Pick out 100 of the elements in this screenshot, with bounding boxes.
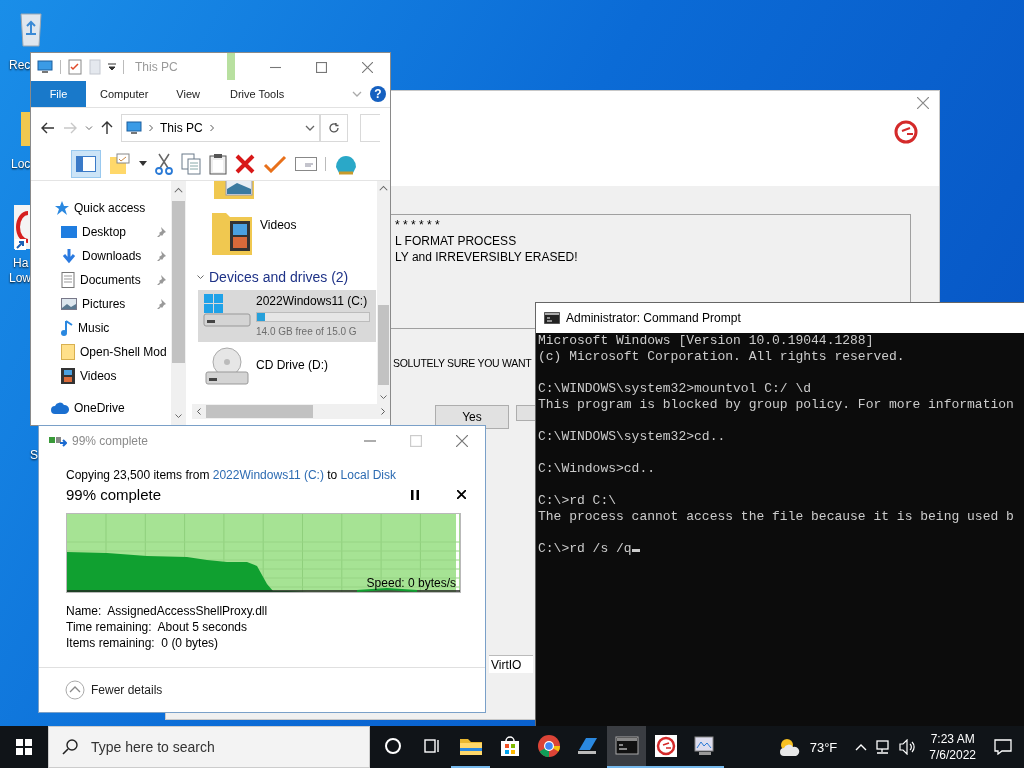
dropdown-icon[interactable] [305, 124, 315, 132]
icon-label[interactable]: Low [9, 271, 31, 286]
pin-icon[interactable] [156, 299, 166, 309]
clock-date[interactable]: 7/6/2022 [929, 747, 976, 763]
up-arrow-icon[interactable] [101, 121, 113, 135]
nav-label[interactable]: Quick access [74, 201, 146, 215]
nav-label[interactable]: Videos [80, 369, 117, 383]
refresh-button[interactable] [320, 114, 348, 142]
computer-icon [37, 59, 53, 75]
icon-label[interactable]: Ha [13, 256, 29, 271]
nav-item[interactable]: OneDrive [31, 396, 171, 420]
pane-icon [76, 156, 96, 172]
nav-item[interactable]: Open-Shell Mod [31, 340, 171, 364]
link[interactable]: Local Disk [340, 468, 396, 482]
dialog-button[interactable] [516, 405, 536, 421]
chevron-up-circle-icon[interactable] [65, 680, 85, 700]
nav-item[interactable]: Music [31, 316, 171, 340]
download-arrow-icon [61, 248, 77, 264]
back-arrow-icon[interactable] [41, 122, 55, 134]
nav-item[interactable]: Videos [31, 364, 171, 388]
nav-item[interactable]: Quick access [31, 196, 171, 220]
nav-item[interactable]: Documents [31, 268, 171, 292]
drive-item[interactable]: CD Drive (D:) [198, 346, 376, 398]
search-field[interactable] [360, 114, 380, 142]
volume-icon[interactable] [899, 739, 918, 755]
picture-icon [61, 297, 77, 311]
search-field[interactable]: Type here to search [48, 726, 370, 768]
music-note-icon [61, 320, 73, 336]
notification-icon[interactable] [994, 739, 1012, 755]
nav-item[interactable]: Pictures [31, 292, 171, 316]
temperature-text[interactable]: 73°F [809, 739, 838, 755]
dropdown-icon[interactable] [139, 161, 147, 167]
log-line: LY and IRREVERSIBLY ERASED! [395, 249, 579, 265]
copy-icon[interactable] [181, 153, 201, 175]
picture-folder-icon [214, 181, 254, 199]
console-line: (c) Microsoft Corporation. All rights reserved. [538, 349, 906, 365]
ribbon-tab[interactable]: View [162, 81, 214, 107]
list-item[interactable]: VirtIO [489, 655, 533, 673]
chevron-down-icon[interactable] [379, 394, 388, 400]
nav-item[interactable]: Downloads [31, 244, 171, 268]
maximize-icon[interactable] [315, 61, 327, 73]
scissors-icon[interactable] [155, 153, 173, 175]
nav-label[interactable]: Music [78, 321, 110, 335]
scrollbar[interactable] [171, 181, 186, 425]
film-icon [61, 368, 75, 384]
ribbon-tab[interactable]: Computer [86, 81, 163, 107]
ribbon-tab[interactable]: Drive Tools [215, 81, 299, 107]
scrollbar[interactable] [377, 181, 390, 404]
weather-icon[interactable] [777, 737, 802, 757]
shortcut-icon[interactable] [14, 205, 30, 251]
chevron-left-icon[interactable] [196, 407, 202, 416]
logo-icon [893, 119, 919, 145]
properties-icon[interactable] [68, 59, 82, 75]
scrollbar[interactable] [192, 404, 390, 419]
pin-icon[interactable] [156, 251, 166, 261]
chevron-down-icon[interactable] [352, 90, 362, 98]
console-line: C:\WINDOWS\system32>mountvol C:/ \d [538, 381, 813, 397]
summary-text: Copying 23,500 items from 2022Windows11 (C:) to Local Disk [66, 468, 397, 482]
pin-icon[interactable] [156, 275, 166, 285]
nav-label[interactable]: Documents [80, 273, 141, 287]
drive-label[interactable]: CD Drive (D:) [256, 358, 328, 372]
pin-icon[interactable] [156, 227, 166, 237]
navigation-pane-button[interactable] [71, 150, 101, 178]
shell-icon[interactable] [334, 153, 358, 175]
nav-label[interactable]: Pictures [82, 297, 126, 311]
clipboard-icon[interactable] [209, 153, 227, 175]
envelope-icon[interactable] [295, 156, 317, 172]
close-icon[interactable] [457, 490, 466, 499]
drive-item[interactable]: 2022Windows11 (C:) 14.0 GB free of 15.0 G [198, 290, 376, 342]
nav-label[interactable]: Desktop [82, 225, 127, 239]
address-bar[interactable]: This PC [121, 114, 320, 142]
nav-label[interactable]: Open-Shell Mod [80, 345, 167, 359]
nav-label[interactable]: OneDrive [74, 401, 125, 415]
cd-drive-icon [202, 346, 252, 386]
checkmark-icon[interactable] [263, 155, 287, 173]
nav-label[interactable]: Downloads [82, 249, 142, 263]
nav-item[interactable]: Desktop [31, 220, 171, 244]
icon-label[interactable]: S [30, 448, 38, 463]
details-toggle[interactable]: Fewer details [91, 683, 163, 697]
console-line: C:\>rd C:\ [538, 493, 617, 509]
terminal-icon [544, 312, 560, 324]
drive-label[interactable]: 2022Windows11 (C:) [256, 294, 370, 308]
dropdown-icon[interactable] [108, 63, 116, 71]
folder-label[interactable]: Videos [260, 218, 297, 257]
network-icon[interactable] [875, 739, 892, 755]
icon-label[interactable]: Rec [9, 58, 31, 73]
address-text: This PC [160, 121, 203, 135]
link[interactable]: 2022Windows11 (C:) [212, 468, 324, 482]
taskbar-button[interactable] [607, 726, 646, 768]
chevron-down-icon[interactable] [196, 274, 205, 280]
chevron-down-icon[interactable] [174, 413, 183, 419]
chevron-right-icon[interactable] [380, 407, 386, 416]
section-header[interactable]: Devices and drives (2) [209, 269, 349, 285]
pause-icon[interactable] [411, 489, 419, 500]
clock-time[interactable]: 7:23 AM [930, 731, 975, 747]
icon-label[interactable]: Loc [11, 157, 31, 172]
help-button[interactable]: ? [370, 86, 386, 102]
log-line: * * * * * * [395, 217, 441, 233]
task-view-icon [422, 737, 441, 755]
delete-icon[interactable] [235, 154, 255, 174]
